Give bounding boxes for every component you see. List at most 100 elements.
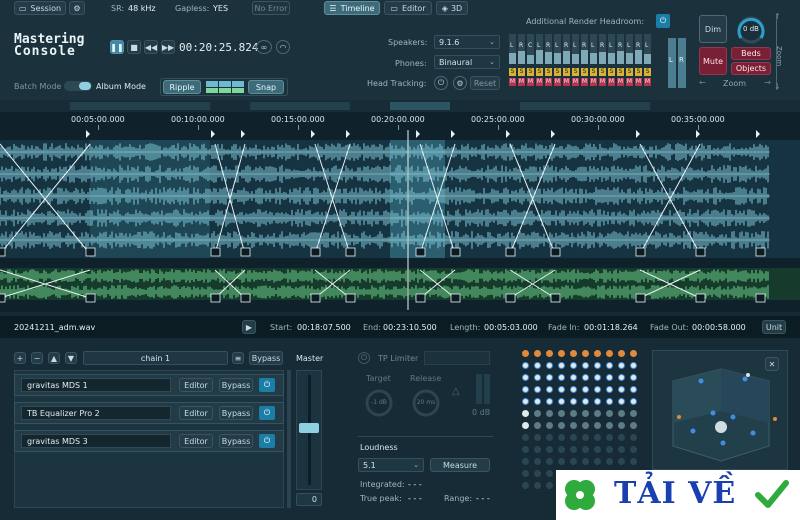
- matrix-node[interactable]: [606, 434, 613, 441]
- matrix-node[interactable]: [546, 434, 553, 441]
- solo-button[interactable]: S: [518, 68, 525, 76]
- matrix-node[interactable]: [546, 482, 553, 489]
- mute-channel-button[interactable]: M: [608, 78, 615, 86]
- matrix-node[interactable]: [522, 446, 529, 453]
- matrix-node[interactable]: [558, 434, 565, 441]
- matrix-node[interactable]: [630, 398, 637, 405]
- matrix-node[interactable]: [594, 374, 601, 381]
- matrix-node[interactable]: [534, 482, 541, 489]
- chain-bypass-button[interactable]: Bypass: [249, 351, 283, 365]
- matrix-node[interactable]: [534, 398, 541, 405]
- matrix-node[interactable]: [606, 410, 613, 417]
- matrix-node[interactable]: [522, 470, 529, 477]
- matrix-node[interactable]: [534, 470, 541, 477]
- matrix-node[interactable]: [534, 434, 541, 441]
- matrix-node[interactable]: [606, 374, 613, 381]
- matrix-node[interactable]: [618, 398, 625, 405]
- measure-button[interactable]: Measure: [430, 458, 490, 472]
- tab-3d[interactable]: ◈ 3D: [436, 1, 468, 15]
- plugin-power-button[interactable]: ⏻: [259, 434, 275, 448]
- matrix-node[interactable]: [618, 410, 625, 417]
- mute-channel-button[interactable]: M: [599, 78, 606, 86]
- matrix-node[interactable]: [570, 362, 577, 369]
- play-clip-button[interactable]: ▶: [242, 320, 256, 334]
- matrix-node[interactable]: [558, 422, 565, 429]
- matrix-node[interactable]: [594, 434, 601, 441]
- matrix-node[interactable]: [582, 350, 589, 357]
- chain-scrollbar[interactable]: [287, 370, 291, 508]
- power-icon[interactable]: ⏻: [434, 76, 448, 90]
- session-settings-button[interactable]: ⚙: [69, 1, 85, 15]
- matrix-node[interactable]: [534, 350, 541, 357]
- matrix-node[interactable]: [546, 386, 553, 393]
- matrix-node[interactable]: [534, 374, 541, 381]
- solo-button[interactable]: S: [635, 68, 642, 76]
- matrix-node[interactable]: [522, 362, 529, 369]
- solo-button[interactable]: S: [626, 68, 633, 76]
- master-value-field[interactable]: 0: [296, 493, 322, 506]
- phones-select[interactable]: Binaural ⌄: [434, 55, 500, 69]
- solo-button[interactable]: S: [581, 68, 588, 76]
- matrix-node[interactable]: [558, 362, 565, 369]
- matrix-node[interactable]: [558, 410, 565, 417]
- mute-channel-button[interactable]: M: [617, 78, 624, 86]
- matrix-node[interactable]: [582, 446, 589, 453]
- matrix-node[interactable]: [546, 410, 553, 417]
- matrix-node[interactable]: [582, 422, 589, 429]
- matrix-node[interactable]: [570, 386, 577, 393]
- matrix-node[interactable]: [630, 446, 637, 453]
- tab-editor[interactable]: ▭ Editor: [384, 1, 432, 15]
- plugin-slot[interactable]: gravitas MDS 1 Editor Bypass ⏻: [14, 374, 284, 396]
- matrix-node[interactable]: [630, 362, 637, 369]
- waveform-tracks[interactable]: [0, 130, 800, 310]
- plugin-slot[interactable]: TB Equalizer Pro 2 Editor Bypass ⏻: [14, 402, 284, 424]
- release-knob[interactable]: 20 ms: [410, 388, 442, 418]
- chain-menu-button[interactable]: ≡: [232, 352, 244, 364]
- chain-select[interactable]: chain 1: [83, 351, 228, 365]
- matrix-node[interactable]: [594, 410, 601, 417]
- solo-button[interactable]: S: [545, 68, 552, 76]
- mute-channel-button[interactable]: M: [536, 78, 543, 86]
- matrix-node[interactable]: [546, 458, 553, 465]
- solo-button[interactable]: S: [509, 68, 516, 76]
- matrix-node[interactable]: [534, 410, 541, 417]
- solo-button[interactable]: S: [617, 68, 624, 76]
- matrix-node[interactable]: [606, 446, 613, 453]
- matrix-node[interactable]: [594, 398, 601, 405]
- matrix-node[interactable]: [558, 374, 565, 381]
- matrix-node[interactable]: [546, 350, 553, 357]
- pause-button[interactable]: ❚❚: [110, 40, 124, 54]
- zoom-slider[interactable]: ← Zoom →: [699, 78, 771, 88]
- solo-button[interactable]: S: [536, 68, 543, 76]
- add-plugin-button[interactable]: +: [14, 352, 26, 364]
- mute-channel-button[interactable]: M: [635, 78, 642, 86]
- matrix-node[interactable]: [522, 410, 529, 417]
- mute-channel-button[interactable]: M: [545, 78, 552, 86]
- plugin-editor-button[interactable]: Editor: [179, 406, 213, 420]
- matrix-node[interactable]: [594, 446, 601, 453]
- matrix-node[interactable]: [630, 422, 637, 429]
- matrix-node[interactable]: [570, 422, 577, 429]
- loudness-format-select[interactable]: 5.1 ⌄: [358, 458, 424, 472]
- matrix-node[interactable]: [606, 362, 613, 369]
- matrix-node[interactable]: [630, 374, 637, 381]
- reset-button[interactable]: Reset: [470, 76, 500, 90]
- matrix-node[interactable]: [558, 386, 565, 393]
- mute-channel-button[interactable]: M: [572, 78, 579, 86]
- solo-button[interactable]: S: [572, 68, 579, 76]
- matrix-node[interactable]: [582, 458, 589, 465]
- mute-channel-button[interactable]: M: [509, 78, 516, 86]
- matrix-node[interactable]: [582, 410, 589, 417]
- matrix-node[interactable]: [558, 446, 565, 453]
- mode-toggle[interactable]: [64, 81, 92, 91]
- plugin-power-button[interactable]: ⏻: [259, 378, 275, 392]
- vertical-zoom-slider[interactable]: ↑ Zoom ↓: [774, 12, 786, 91]
- stop-button[interactable]: ■: [127, 40, 141, 54]
- 3d-view[interactable]: ✕: [652, 350, 788, 470]
- matrix-node[interactable]: [546, 470, 553, 477]
- matrix-node[interactable]: [522, 398, 529, 405]
- loop-icon[interactable]: ∞: [256, 40, 272, 54]
- mute-channel-button[interactable]: M: [563, 78, 570, 86]
- matrix-node[interactable]: [606, 350, 613, 357]
- limiter-mode-field[interactable]: [424, 351, 490, 365]
